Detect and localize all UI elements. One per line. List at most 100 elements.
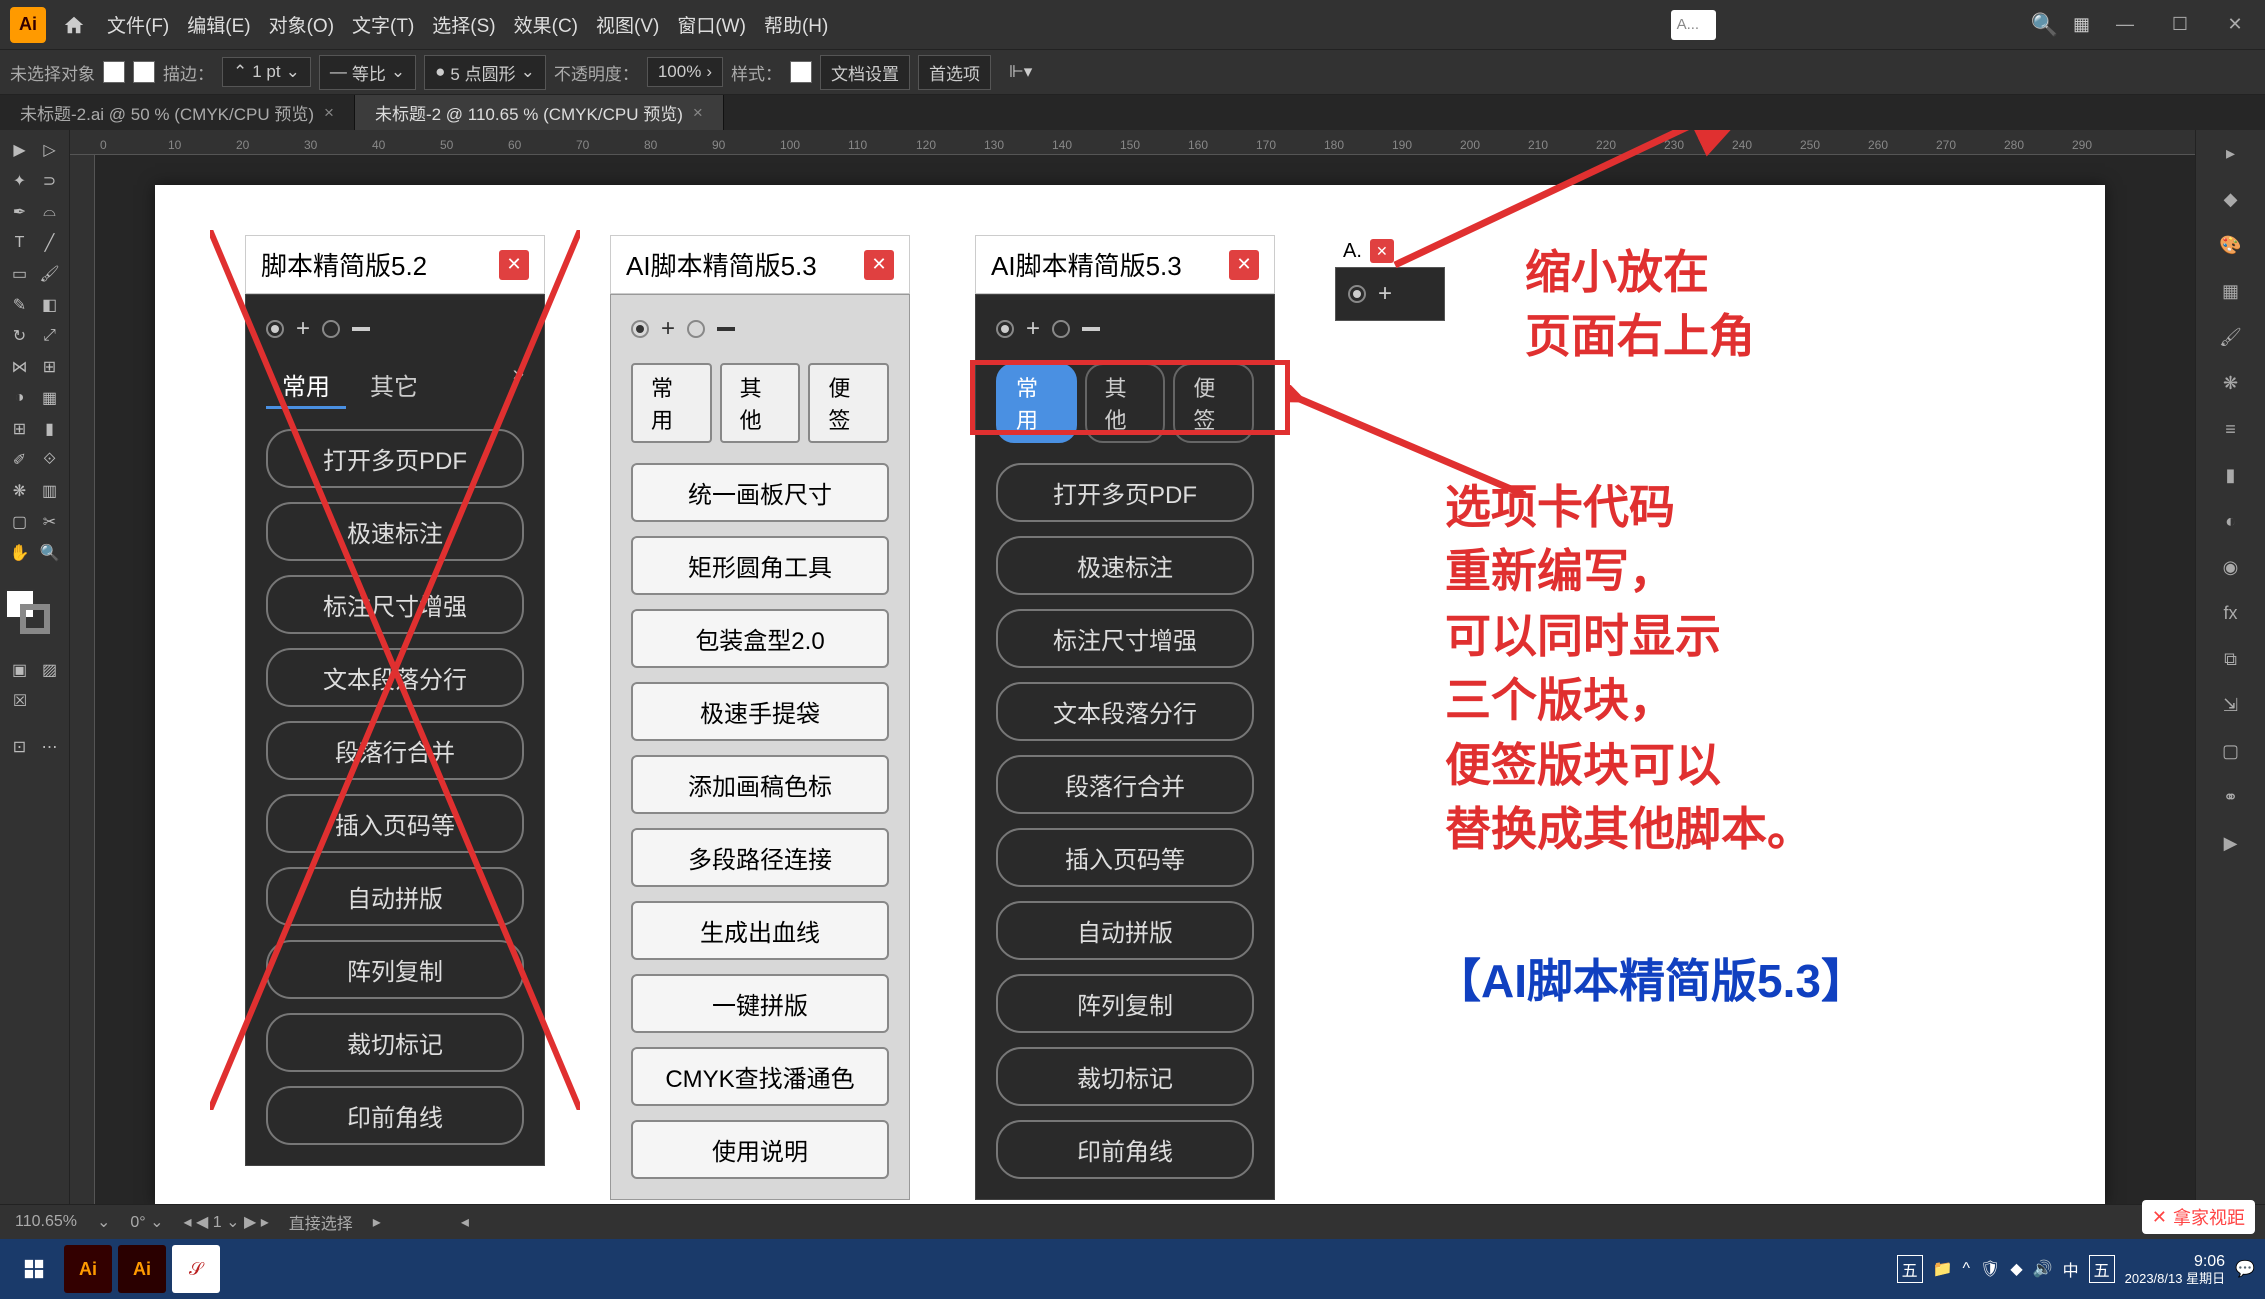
btn-open-pdf[interactable]: 打开多页PDF — [996, 463, 1254, 522]
tray-clock[interactable]: 9:06 2023/8/13 星期日 — [2125, 1252, 2225, 1287]
artboard-nav[interactable]: ◂ ◀ 1 ⌄ ▶ ▸ — [184, 1212, 269, 1232]
doc-tab-1[interactable]: 未标题-2.ai @ 50 % (CMYK/CPU 预览) × — [0, 95, 355, 130]
appearance-panel-icon[interactable]: ◉ — [2213, 549, 2249, 585]
btn-box-type[interactable]: 包装盒型2.0 — [631, 609, 889, 668]
radio-icon[interactable] — [1348, 285, 1366, 303]
btn-quick-annotate[interactable]: 极速标注 — [996, 536, 1254, 595]
rectangle-tool[interactable]: ▭ — [5, 259, 34, 289]
blend-tool[interactable]: ⟐ — [35, 445, 64, 475]
btn-cmyk-pantone[interactable]: CMYK查找潘通色 — [631, 1047, 889, 1106]
brush-dd[interactable]: ●5 点圆形⌄ — [424, 55, 546, 90]
btn-text-split[interactable]: 文本段落分行 — [266, 648, 524, 707]
btn-prepress-corner[interactable]: 印前角线 — [996, 1120, 1254, 1179]
tab-other[interactable]: 其他 — [720, 363, 801, 443]
radio-icon[interactable] — [322, 320, 340, 338]
close-icon[interactable]: ✕ — [864, 250, 894, 280]
doc-tab-2[interactable]: 未标题-2 @ 110.65 % (CMYK/CPU 预览) × — [355, 95, 724, 130]
brushes-panel-icon[interactable]: 🖌 — [2213, 319, 2249, 355]
btn-para-merge[interactable]: 段落行合并 — [996, 755, 1254, 814]
none-mode-icon[interactable]: ☒ — [5, 686, 35, 716]
taskbar-ai-1[interactable]: Ai — [64, 1245, 112, 1293]
swatches-panel-icon[interactable]: ▦ — [2213, 273, 2249, 309]
tray-volume-icon[interactable]: 🔊 — [2033, 1259, 2053, 1279]
slice-tool[interactable]: ✂ — [35, 507, 64, 537]
tab-notes[interactable]: 便签 — [808, 363, 889, 443]
eyedropper-tool[interactable]: ✐ — [5, 445, 34, 475]
zoom-level[interactable]: 110.65% — [15, 1213, 77, 1231]
stroke-swatch[interactable] — [133, 61, 155, 83]
tray-security-icon[interactable]: 🛡 — [1980, 1259, 2000, 1279]
graphic-styles-panel-icon[interactable]: fx — [2213, 595, 2249, 631]
type-tool[interactable]: T — [5, 228, 34, 258]
radio-icon[interactable] — [266, 320, 284, 338]
tab-common[interactable]: 常用 — [631, 363, 712, 443]
menu-object[interactable]: 对象(O) — [269, 11, 334, 38]
btn-round-rect[interactable]: 矩形圆角工具 — [631, 536, 889, 595]
rotate-view[interactable]: 0° ⌄ — [130, 1212, 163, 1232]
taskbar-app-3[interactable]: 𝒮 — [172, 1245, 220, 1293]
fill-swatch[interactable] — [103, 61, 125, 83]
tab-close-icon[interactable]: × — [324, 103, 334, 123]
gradient-mode-icon[interactable]: ▨ — [35, 655, 64, 685]
close-icon[interactable]: ✕ — [2215, 13, 2255, 37]
libraries-panel-icon[interactable]: ◆ — [2213, 181, 2249, 217]
stroke-box[interactable] — [20, 604, 50, 634]
tray-ime-icon[interactable]: 中 — [2063, 1257, 2079, 1281]
minus-icon[interactable] — [352, 327, 370, 331]
gradient-tool[interactable]: ▮ — [35, 414, 64, 444]
btn-text-split[interactable]: 文本段落分行 — [996, 682, 1254, 741]
perspective-tool[interactable]: ▦ — [35, 383, 64, 413]
radio-icon[interactable] — [631, 320, 649, 338]
play-panel-icon[interactable]: ▶ — [2213, 825, 2249, 861]
rotate-tool[interactable]: ↻ — [5, 321, 34, 351]
artboards-panel-icon[interactable]: ▢ — [2213, 733, 2249, 769]
start-button[interactable] — [10, 1245, 58, 1293]
tray-up-icon[interactable]: ^ — [1963, 1260, 1971, 1278]
prefs-btn[interactable]: 首选项 — [918, 55, 991, 90]
minus-icon[interactable] — [717, 327, 735, 331]
menu-file[interactable]: 文件(F) — [107, 11, 169, 38]
btn-page-number[interactable]: 插入页码等 — [996, 828, 1254, 887]
zoom-tool[interactable]: 🔍 — [35, 538, 64, 568]
btn-bleed-line[interactable]: 生成出血线 — [631, 901, 889, 960]
lasso-tool[interactable]: ⊃ — [35, 166, 64, 196]
radio-icon[interactable] — [687, 320, 705, 338]
home-icon[interactable] — [56, 7, 92, 43]
btn-manual[interactable]: 使用说明 — [631, 1120, 889, 1179]
maximize-icon[interactable]: ☐ — [2160, 13, 2200, 37]
chevron-right-icon[interactable]: » — [513, 363, 524, 409]
free-transform-tool[interactable]: ⊞ — [35, 352, 64, 382]
btn-quick-annotate[interactable]: 极速标注 — [266, 502, 524, 561]
canvas-content[interactable]: 脚本精简版5.2 ✕ + 常用 其它 » — [95, 155, 2195, 1204]
taskbar-ai-2[interactable]: Ai — [118, 1245, 166, 1293]
menu-view[interactable]: 视图(V) — [596, 11, 659, 38]
tab-other[interactable]: 其它 — [354, 363, 434, 409]
line-tool[interactable]: ╱ — [35, 228, 64, 258]
graph-tool[interactable]: ▥ — [35, 476, 64, 506]
shaper-tool[interactable]: ✎ — [5, 290, 34, 320]
btn-crop-marks[interactable]: 裁切标记 — [266, 1013, 524, 1072]
edit-toolbar-icon[interactable]: ⋯ — [35, 732, 64, 762]
btn-add-swatches[interactable]: 添加画稿色标 — [631, 755, 889, 814]
selection-tool[interactable]: ▶ — [5, 135, 34, 165]
uniform-dd[interactable]: ―等比⌄ — [319, 55, 416, 90]
hand-tool[interactable]: ✋ — [5, 538, 34, 568]
style-swatch[interactable] — [790, 61, 812, 83]
direct-selection-tool[interactable]: ▷ — [35, 135, 64, 165]
screen-mode-icon[interactable]: ⊡ — [5, 732, 34, 762]
tab-close-icon[interactable]: × — [693, 103, 703, 123]
btn-para-merge[interactable]: 段落行合并 — [266, 721, 524, 780]
properties-panel-icon[interactable]: ▸ — [2213, 135, 2249, 171]
menu-type[interactable]: 文字(T) — [352, 11, 414, 38]
symbol-sprayer-tool[interactable]: ❋ — [5, 476, 34, 506]
menu-select[interactable]: 选择(S) — [432, 11, 495, 38]
doc-setup-btn[interactable]: 文档设置 — [820, 55, 910, 90]
gradient-panel-icon[interactable]: ▮ — [2213, 457, 2249, 493]
menu-window[interactable]: 窗口(W) — [677, 11, 746, 38]
minimize-icon[interactable]: ― — [2105, 13, 2145, 37]
btn-path-connect[interactable]: 多段路径连接 — [631, 828, 889, 887]
tray-input-icon[interactable]: 五 — [1897, 1255, 1923, 1283]
menu-help[interactable]: 帮助(H) — [764, 11, 828, 38]
opacity-val[interactable]: 100%› — [647, 57, 723, 87]
btn-one-impose[interactable]: 一键拼版 — [631, 974, 889, 1033]
